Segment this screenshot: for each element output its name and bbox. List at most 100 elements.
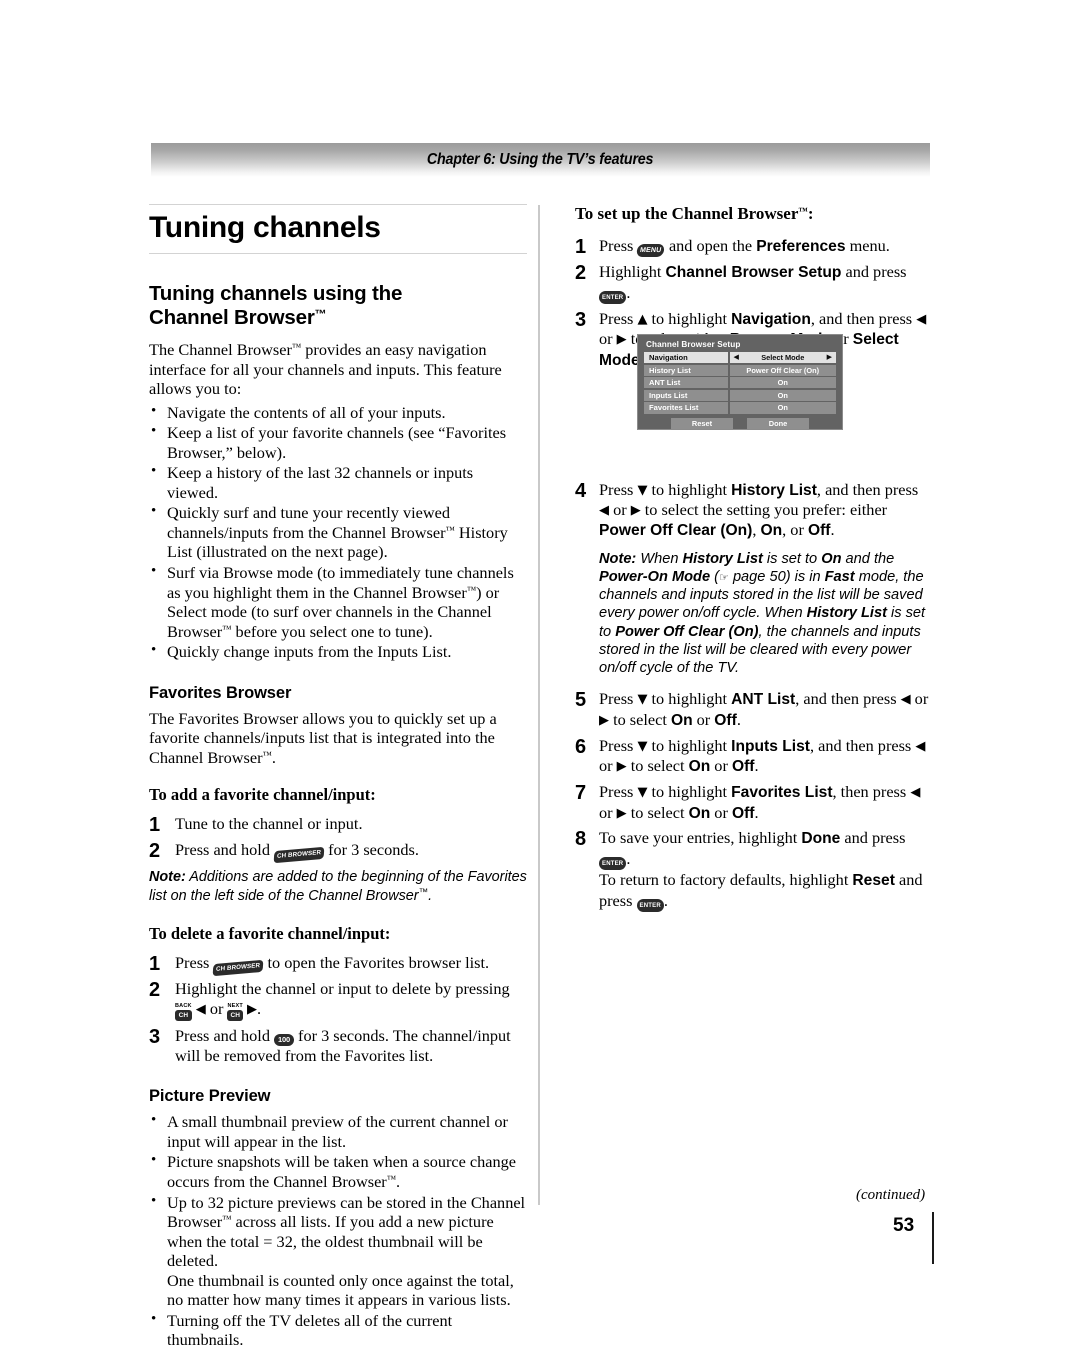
down-arrow-icon: ▼ <box>637 692 648 708</box>
pointing-hand-icon: ☞ <box>719 570 729 584</box>
list-item: 4 Press ▼ to highlight History List, and… <box>575 480 932 541</box>
enter-key-icon: ENTER <box>599 857 627 870</box>
tv-menu-row-value[interactable]: On <box>729 389 836 401</box>
ch-back-key-icon: BACK CH <box>175 1003 192 1022</box>
tv-menu-row-history-list[interactable]: History List Power Off Clear (On) <box>644 364 836 376</box>
tv-menu-title: Channel Browser Setup <box>646 340 741 349</box>
chapter-header-bar: Chapter 6: Using the TV’s features <box>151 143 930 177</box>
trademark-symbol: ™ <box>222 624 232 635</box>
list-item: 5 Press ▼ to highlight ANT List, and the… <box>575 689 932 730</box>
tv-menu-row-label: Inputs List <box>644 389 728 401</box>
tv-menu-row-label: Favorites List <box>644 402 728 414</box>
page-number: 53 <box>893 1215 915 1236</box>
step-text: Press and hold 100 for 3 seconds. The ch… <box>175 1026 511 1065</box>
left-arrow-icon: ◀ <box>915 738 926 754</box>
setup-steps-4: 4 Press ▼ to highlight History List, and… <box>575 480 932 541</box>
trademark-symbol: ™ <box>798 206 808 217</box>
trademark-symbol: ™ <box>222 1214 232 1225</box>
ui-term: Power Off Clear (On) <box>599 521 753 539</box>
ui-term: Off <box>731 804 755 822</box>
page-reference: page 50 <box>732 568 786 585</box>
ui-term: On <box>670 711 693 729</box>
right-arrow-icon: ▶ <box>616 332 627 348</box>
list-item: Quickly change inputs from the Inputs Li… <box>149 641 527 662</box>
list-item: Keep a list of your favorite channels (s… <box>149 422 527 462</box>
list-item: 1 Tune to the channel or input. <box>149 814 527 835</box>
step-text: Press ▼ to highlight History List, and t… <box>599 479 919 539</box>
tv-menu-row-label: ANT List <box>644 377 728 389</box>
chapter-title: Chapter 6: Using the TV’s features <box>427 151 654 168</box>
note-label: Note: <box>149 869 186 886</box>
tv-menu-row-inputs-list[interactable]: Inputs List On <box>644 389 836 401</box>
right-arrow-icon: ▶ <box>599 713 609 729</box>
down-arrow-icon: ▼ <box>637 785 648 801</box>
list-item: Turning off the TV deletes all of the cu… <box>149 1310 527 1350</box>
step-number: 8 <box>575 828 587 851</box>
tv-menu-row-value[interactable]: On <box>729 377 836 389</box>
ui-term: Navigation <box>731 310 811 328</box>
step-number: 5 <box>575 689 587 712</box>
ui-term: On <box>688 758 711 776</box>
section-heading-line2: Channel Browser <box>149 305 315 329</box>
enter-key-icon: ENTER <box>599 291 627 304</box>
up-arrow-icon: ▲ <box>637 311 648 327</box>
left-arrow-icon: ◀ <box>916 311 927 327</box>
hundred-key-icon: 100 <box>274 1033 294 1046</box>
step-text: Press and hold CH BROWSER for 3 seconds. <box>175 840 527 864</box>
procedure-heading-delete-favorite: To delete a favorite channel/input: <box>149 924 391 944</box>
key-cap-label: BACK <box>175 1003 192 1010</box>
list-item: 8 To save your entries, highlight Done a… <box>575 828 932 912</box>
list-item: 2 Highlight the channel or input to dele… <box>149 979 527 1022</box>
subsection-heading-favorites-browser: Favorites Browser <box>149 683 292 702</box>
step-text: Press ▼ to highlight Inputs List, and th… <box>599 735 926 776</box>
tv-menu-row-value[interactable]: On <box>729 402 836 414</box>
step-text: Press ▼ to highlight Favorites List, the… <box>599 782 921 822</box>
ui-term: Favorites List <box>731 784 833 802</box>
ui-term: Reset <box>852 871 895 889</box>
left-arrow-icon: ◀ <box>599 503 609 519</box>
reset-button[interactable]: Reset <box>671 417 733 429</box>
ui-term: History List <box>806 605 887 622</box>
ui-term: Inputs List <box>731 737 810 755</box>
column-divider <box>538 205 540 1205</box>
ui-term: ANT List <box>731 691 796 709</box>
trademark-symbol: ™ <box>291 342 302 353</box>
key-face-label: CH <box>227 1010 243 1022</box>
tv-menu-value-text: Select Mode <box>761 353 805 363</box>
right-arrow-icon: ▶ <box>630 503 641 519</box>
right-arrow-icon: ▶ <box>247 1002 258 1018</box>
enter-key-icon: ENTER <box>636 899 664 912</box>
tv-menu-row-value[interactable]: ◀ Select Mode ▶ <box>729 352 836 364</box>
trademark-symbol: ™ <box>418 887 429 899</box>
ch-next-key-icon: NEXT CH <box>227 1004 243 1022</box>
step-number: 3 <box>149 1026 161 1049</box>
ui-term: Power-On Mode <box>599 568 711 585</box>
list-item: 3 Press and hold 100 for 3 seconds. The … <box>149 1026 527 1065</box>
ui-term: Fast <box>824 568 855 585</box>
tv-menu-row-ant-list[interactable]: ANT List On <box>644 377 836 389</box>
ch-browser-key-icon: CH BROWSER <box>273 846 325 864</box>
step-number: 7 <box>575 782 587 805</box>
step-text: Press CH BROWSER to open the Favorites b… <box>175 953 527 977</box>
left-arrow-icon: ◀ <box>195 1002 206 1018</box>
section-heading-line1: Tuning channels using the <box>149 282 403 305</box>
ch-browser-key-icon: CH BROWSER <box>213 959 264 977</box>
trademark-symbol: ™ <box>466 585 477 596</box>
right-column: To set up the Channel Browser™: 1 Press … <box>575 204 932 917</box>
step-number: 2 <box>149 979 161 1002</box>
right-arrow-icon: ▶ <box>616 805 627 821</box>
trademark-symbol: ™ <box>262 750 272 761</box>
tv-menu-row-favorites-list[interactable]: Favorites List On <box>644 402 836 414</box>
tv-menu-row-navigation[interactable]: Navigation ◀ Select Mode ▶ <box>644 352 836 364</box>
ui-term: Channel Browser Setup <box>665 264 842 281</box>
key-face-label: CH <box>175 1010 192 1022</box>
step-number: 6 <box>575 735 587 758</box>
done-button[interactable]: Done <box>747 417 809 429</box>
step-text: Press MENU and open the Preferences menu… <box>599 236 890 257</box>
tv-menu-row-value[interactable]: Power Off Clear (On) <box>729 364 836 376</box>
tv-menu-screenshot: Channel Browser Setup Navigation ◀ Selec… <box>637 334 843 430</box>
left-arrow-icon[interactable]: ◀ <box>734 354 739 361</box>
tv-menu-row-label: Navigation <box>644 352 728 364</box>
menu-key-icon: MENU <box>636 243 666 257</box>
right-arrow-icon[interactable]: ▶ <box>827 354 832 361</box>
